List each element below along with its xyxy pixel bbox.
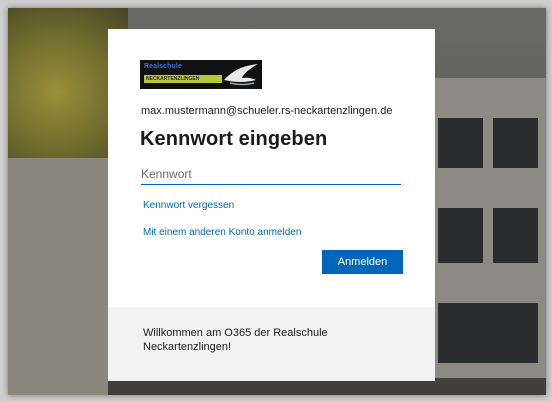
background-window — [493, 208, 538, 263]
school-logo: Realschule NECKARTENZLINGEN — [140, 60, 262, 89]
logo-bar: NECKARTENZLINGEN — [144, 75, 222, 83]
background-building-left — [8, 158, 108, 395]
login-card: Realschule NECKARTENZLINGEN max.musterma… — [108, 29, 435, 381]
background-window — [438, 118, 483, 168]
background-building-right — [428, 78, 546, 378]
logo-line-2: NECKARTENZLINGEN — [146, 76, 200, 82]
account-email: max.mustermann@schueler.rs-neckartenzlin… — [141, 105, 393, 117]
other-account-link[interactable]: Mit einem anderen Konto anmelden — [143, 227, 301, 238]
background-window — [438, 303, 538, 363]
login-card-footer: Willkommen am O365 der Realschule Neckar… — [108, 307, 435, 381]
password-input[interactable] — [141, 164, 401, 185]
bird-logo-icon — [224, 64, 258, 86]
sign-in-button[interactable]: Anmelden — [322, 250, 403, 274]
welcome-message: Willkommen am O365 der Realschule Neckar… — [143, 327, 328, 353]
forgot-password-link[interactable]: Kennwort vergessen — [143, 200, 234, 211]
logo-text: Realschule — [144, 63, 182, 71]
background-window — [493, 118, 538, 168]
page-title: Kennwort eingeben — [140, 128, 328, 150]
background-window — [438, 208, 483, 263]
logo-line-1: Realschule — [144, 63, 182, 70]
login-card-main: Realschule NECKARTENZLINGEN max.musterma… — [108, 29, 435, 307]
